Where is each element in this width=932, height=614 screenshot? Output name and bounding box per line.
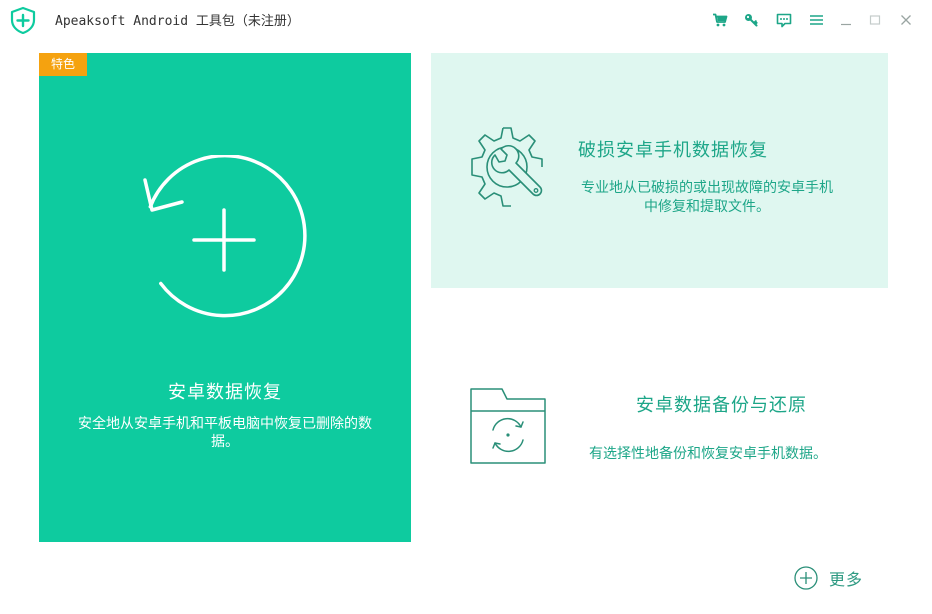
minimize-button[interactable]	[835, 9, 857, 31]
key-icon	[745, 14, 758, 27]
menu-button[interactable]	[805, 9, 827, 31]
shopping-cart-icon	[713, 13, 728, 27]
android-backup-restore-tile[interactable]: 安卓数据备份与还原 有选择性地备份和恢复安卓手机数据。	[431, 300, 888, 535]
feedback-button[interactable]	[773, 9, 795, 31]
restore-add-icon	[143, 155, 307, 318]
tile-description: 安全地从安卓手机和平板电脑中恢复已删除的数据。	[78, 416, 372, 450]
window-title: Apeaksoft Android 工具包（未注册）	[55, 14, 300, 29]
tile-title: 破损安卓手机数据恢复	[578, 140, 768, 161]
close-icon	[901, 15, 911, 25]
tile-description: 专业地从已破损的或出现故障的安卓手机中修复和提取文件。	[581, 180, 833, 215]
more-tools-button[interactable]: 更多	[794, 565, 863, 591]
register-button[interactable]	[740, 9, 762, 31]
gear-wrench-icon	[471, 127, 543, 207]
plus-circle-icon	[794, 566, 818, 590]
folder-sync-icon	[470, 388, 546, 464]
tile-description: 有选择性地备份和恢复安卓手机数据。	[589, 446, 827, 462]
cart-button[interactable]	[709, 9, 731, 31]
menu-icon	[809, 15, 823, 25]
more-label: 更多	[829, 570, 864, 589]
broken-android-recovery-tile[interactable]: 破损安卓手机数据恢复 专业地从已破损的或出现故障的安卓手机中修复和提取文件。	[431, 53, 888, 288]
android-data-recovery-tile[interactable]: 特色 安卓数据恢复 安全地从安卓手机和平板电脑中恢复已删除的数据。	[39, 53, 411, 542]
chat-icon	[776, 13, 792, 27]
tile-title: 安卓数据备份与还原	[636, 395, 807, 416]
app-logo-icon	[9, 6, 37, 35]
close-button[interactable]	[895, 9, 917, 31]
maximize-icon	[869, 15, 881, 25]
minimize-icon	[841, 23, 851, 26]
title-bar: Apeaksoft Android 工具包（未注册）	[0, 0, 932, 40]
featured-badge: 特色	[39, 53, 87, 76]
maximize-button[interactable]	[864, 9, 886, 31]
tile-title: 安卓数据恢复	[168, 382, 282, 403]
